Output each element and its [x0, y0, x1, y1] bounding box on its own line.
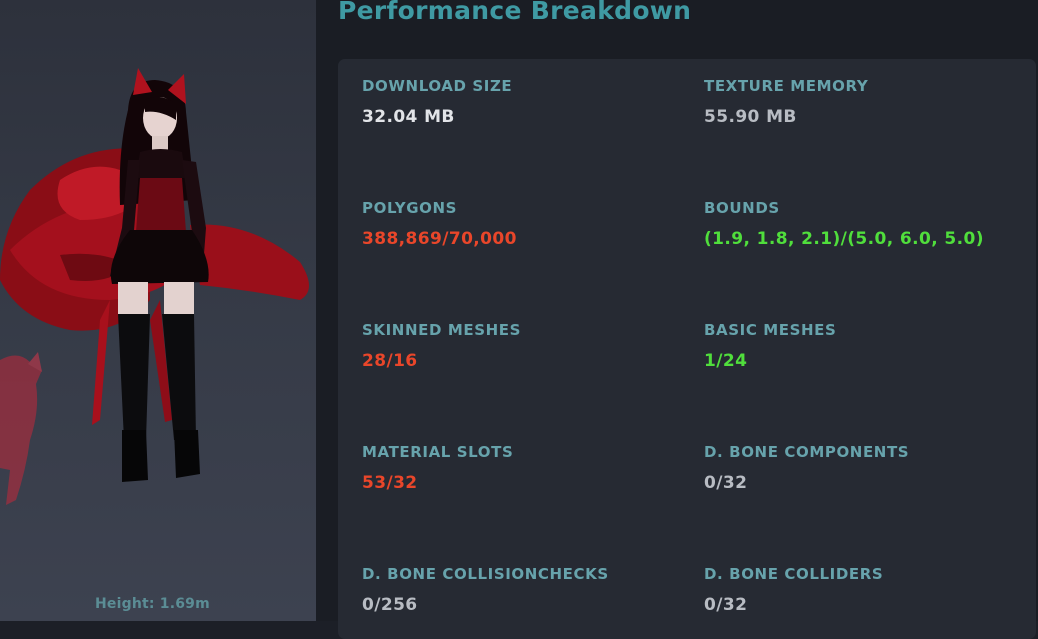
- stat-label: D. BONE COMPONENTS: [704, 443, 910, 461]
- avatar-height-label: Height: 1.69m: [95, 596, 210, 612]
- stat-label: D. BONE COLLISIONCHECKS: [362, 565, 609, 583]
- stat-label: BASIC MESHES: [704, 321, 837, 339]
- performance-stats-card: DOWNLOAD SIZE 32.04 MB TEXTURE MEMORY 55…: [338, 59, 1036, 639]
- stat-dbone-colliders: D. BONE COLLIDERS 0/32: [704, 565, 1024, 615]
- character-body-image: [110, 68, 209, 482]
- stat-material-slots: MATERIAL SLOTS 53/32: [362, 443, 682, 493]
- ghost-fox-image: [0, 352, 42, 505]
- stat-value: 0/32: [704, 473, 748, 493]
- stat-value: 0/256: [362, 595, 418, 615]
- avatar-preview-panel: Height: 1.69m: [0, 0, 316, 621]
- stat-value: 32.04 MB: [362, 107, 455, 127]
- stat-value: (1.9, 1.8, 2.1)/(5.0, 6.0, 5.0): [704, 229, 984, 249]
- stat-bounds: BOUNDS (1.9, 1.8, 2.1)/(5.0, 6.0, 5.0): [704, 199, 1024, 249]
- stat-label: DOWNLOAD SIZE: [362, 77, 513, 95]
- stat-skinned-meshes: SKINNED MESHES 28/16: [362, 321, 682, 371]
- stat-value: 53/32: [362, 473, 418, 493]
- stat-texture-memory: TEXTURE MEMORY 55.90 MB: [704, 77, 1024, 127]
- stat-value: 0/32: [704, 595, 748, 615]
- stat-dbone-collisionchecks: D. BONE COLLISIONCHECKS 0/256: [362, 565, 682, 615]
- stat-basic-meshes: BASIC MESHES 1/24: [704, 321, 1024, 371]
- stat-label: BOUNDS: [704, 199, 780, 217]
- stat-value: 1/24: [704, 351, 748, 371]
- stat-download-size: DOWNLOAD SIZE 32.04 MB: [362, 77, 682, 127]
- stat-label: TEXTURE MEMORY: [704, 77, 869, 95]
- stat-label: D. BONE COLLIDERS: [704, 565, 884, 583]
- stat-label: SKINNED MESHES: [362, 321, 522, 339]
- stat-value: 55.90 MB: [704, 107, 797, 127]
- stat-polygons: POLYGONS 388,869/70,000: [362, 199, 682, 249]
- stat-dbone-components: D. BONE COMPONENTS 0/32: [704, 443, 1024, 493]
- stat-label: POLYGONS: [362, 199, 458, 217]
- stat-label: MATERIAL SLOTS: [362, 443, 514, 461]
- stat-value: 28/16: [362, 351, 418, 371]
- page-title: Performance Breakdown: [338, 0, 692, 25]
- stat-value: 388,869/70,000: [362, 229, 517, 249]
- avatar-model-image: [0, 68, 309, 505]
